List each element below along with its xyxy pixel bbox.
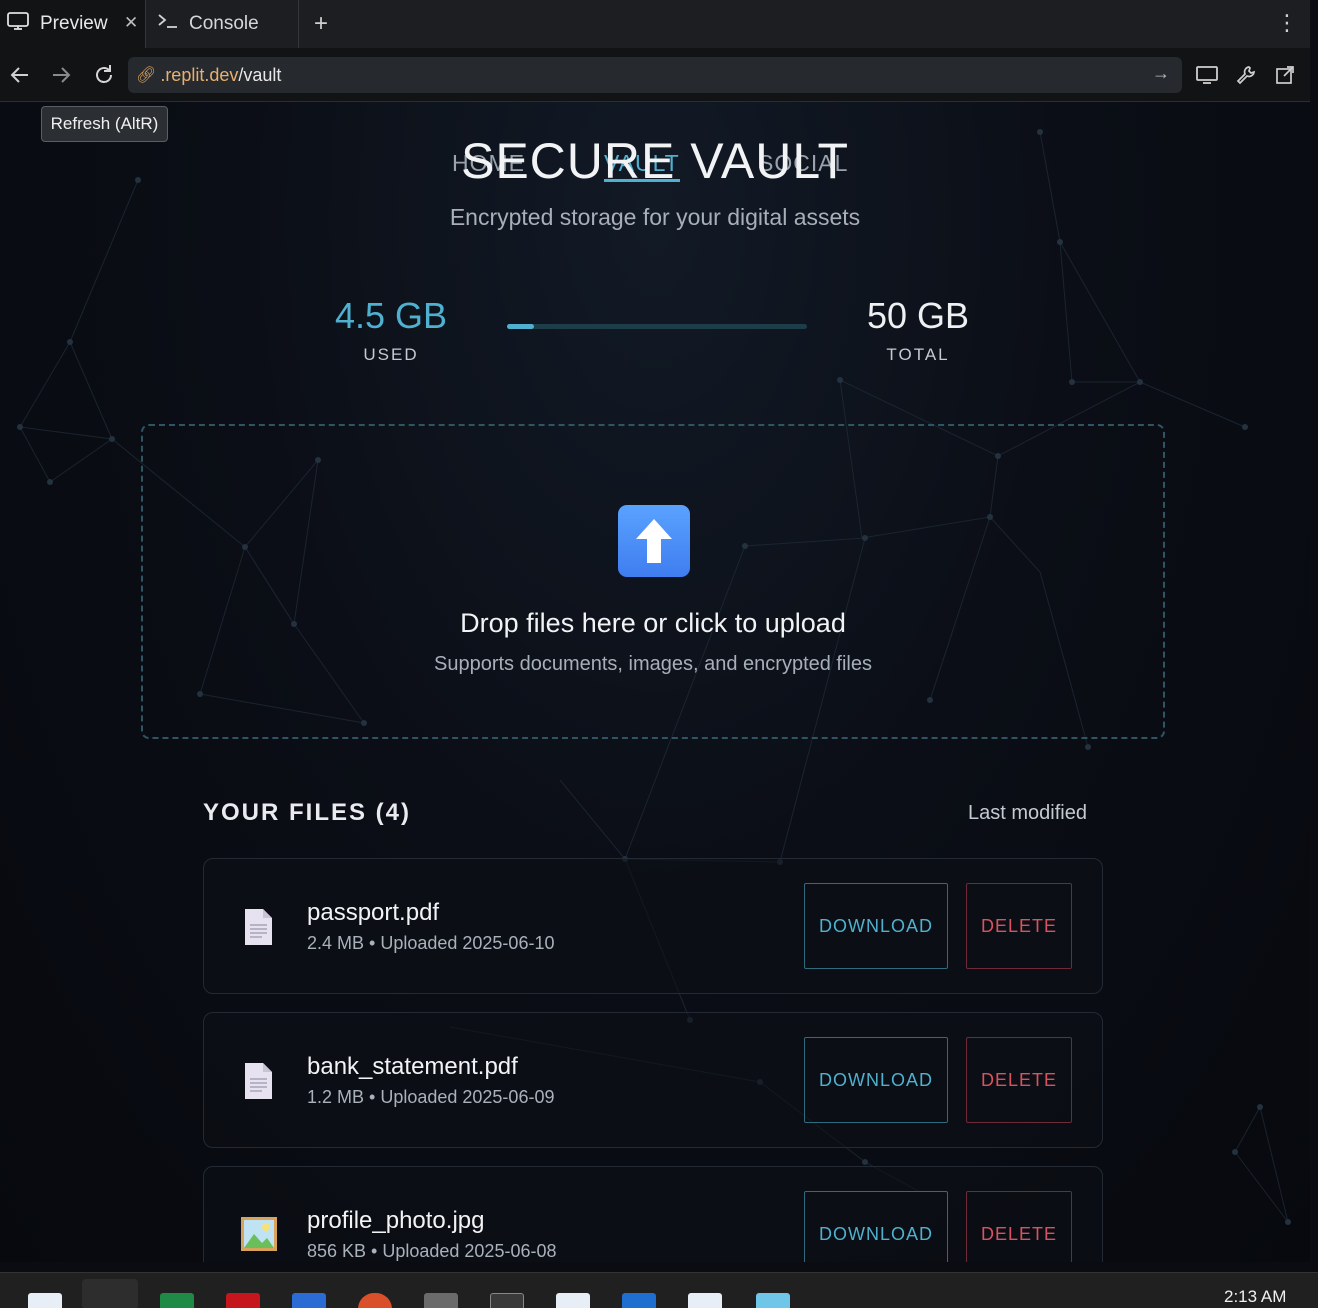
tab-console[interactable]: Console [147,0,299,48]
new-tab-plus-icon[interactable]: + [314,10,328,38]
page-subtitle: Encrypted storage for your digital asset… [449,204,861,230]
files-heading: YOUR FILES (4) [203,799,412,826]
storage-total: 50 GB TOTAL [843,295,993,365]
refresh-tooltip: Refresh (AltR) [41,106,168,142]
document-icon [240,1061,276,1101]
image-icon [240,1215,277,1255]
storage-total-value: 50 GB [866,295,970,336]
browser-nav-bar: 🔗︎ .replit.dev /vault → [0,48,1310,102]
storage-progress-fill [507,324,534,329]
storage-used-label: USED [363,345,419,364]
excel-icon[interactable] [160,1293,194,1308]
os-taskbar: 2:13 AM [0,1272,1318,1308]
page-title: SECURE VAULT [460,133,849,189]
upload-subtitle: Supports documents, images, and encrypte… [433,653,873,675]
terminal-app-icon[interactable] [424,1293,458,1308]
file-card: bank_statement.pdf 1.2 MB • Uploaded 202… [203,1012,1103,1148]
storage-used: 4.5 GB USED [316,295,466,365]
download-button[interactable]: DOWNLOAD [804,1037,948,1123]
storage-progress-bar [507,324,807,329]
file-card: profile_photo.jpg 856 KB • Uploaded 2025… [203,1166,1103,1262]
sort-selector[interactable]: Last modified [968,802,1087,825]
pdf-reader-icon[interactable] [226,1293,260,1308]
file-name: passport.pdf [307,899,440,926]
storage-used-value: 4.5 GB [334,295,448,336]
outlook-icon[interactable] [622,1293,656,1308]
download-button[interactable]: DOWNLOAD [804,883,948,969]
file-name: profile_photo.jpg [307,1207,485,1234]
app-window-icon[interactable] [28,1293,62,1308]
file-card: passport.pdf 2.4 MB • Uploaded 2025-06-1… [203,858,1103,994]
terminal-icon [157,11,179,37]
device-preview-icon[interactable] [1192,60,1222,90]
link-icon: 🔗︎ [136,67,157,84]
notepad-icon[interactable] [756,1293,790,1308]
open-external-icon[interactable] [1270,60,1300,90]
upload-dropzone[interactable]: Drop files here or click to upload Suppo… [141,424,1165,739]
powerpoint-icon[interactable] [358,1293,392,1308]
app-window-icon[interactable] [556,1293,590,1308]
upload-title: Drop files here or click to upload [460,608,846,638]
forward-arrow-icon[interactable] [46,60,76,90]
tab-preview-label: Preview [40,13,108,34]
refresh-icon[interactable] [89,60,119,90]
delete-button[interactable]: DELETE [966,1191,1072,1262]
upload-arrow-icon [618,505,690,577]
tab-console-label: Console [189,13,259,34]
file-meta: 2.4 MB • Uploaded 2025-06-10 [307,933,555,953]
storage-total-label: TOTAL [886,345,950,364]
tab-preview[interactable]: Preview ✕ [0,0,146,48]
more-menu-icon[interactable]: ⋮ [1276,10,1298,36]
taskbar-clock: 2:13 AM [1224,1287,1287,1306]
wrench-icon[interactable] [1231,60,1261,90]
url-domain: .replit.dev [160,64,239,85]
monitor-icon [6,10,30,38]
back-arrow-icon[interactable] [5,60,35,90]
document-icon [240,907,276,947]
file-meta: 1.2 MB • Uploaded 2025-06-09 [307,1087,555,1107]
delete-button[interactable]: DELETE [966,1037,1072,1123]
delete-button[interactable]: DELETE [966,883,1072,969]
active-app-icon[interactable] [82,1279,138,1308]
vault-page: HOME VAULT SOCIAL SECURE VAULT Encrypted… [0,102,1310,1262]
url-path: /vault [238,64,282,85]
download-button[interactable]: DOWNLOAD [804,1191,948,1262]
file-meta: 856 KB • Uploaded 2025-06-08 [307,1241,557,1261]
go-arrow-icon[interactable]: → [1152,63,1170,84]
app-window-icon[interactable] [688,1293,722,1308]
command-prompt-icon[interactable] [490,1293,524,1308]
word-icon[interactable] [292,1293,326,1308]
address-bar[interactable]: 🔗︎ .replit.dev /vault → [128,57,1182,93]
close-icon[interactable]: ✕ [124,13,138,33]
browser-tab-bar: Preview ✕ Console + ⋮ [0,0,1310,48]
file-name: bank_statement.pdf [307,1053,518,1080]
